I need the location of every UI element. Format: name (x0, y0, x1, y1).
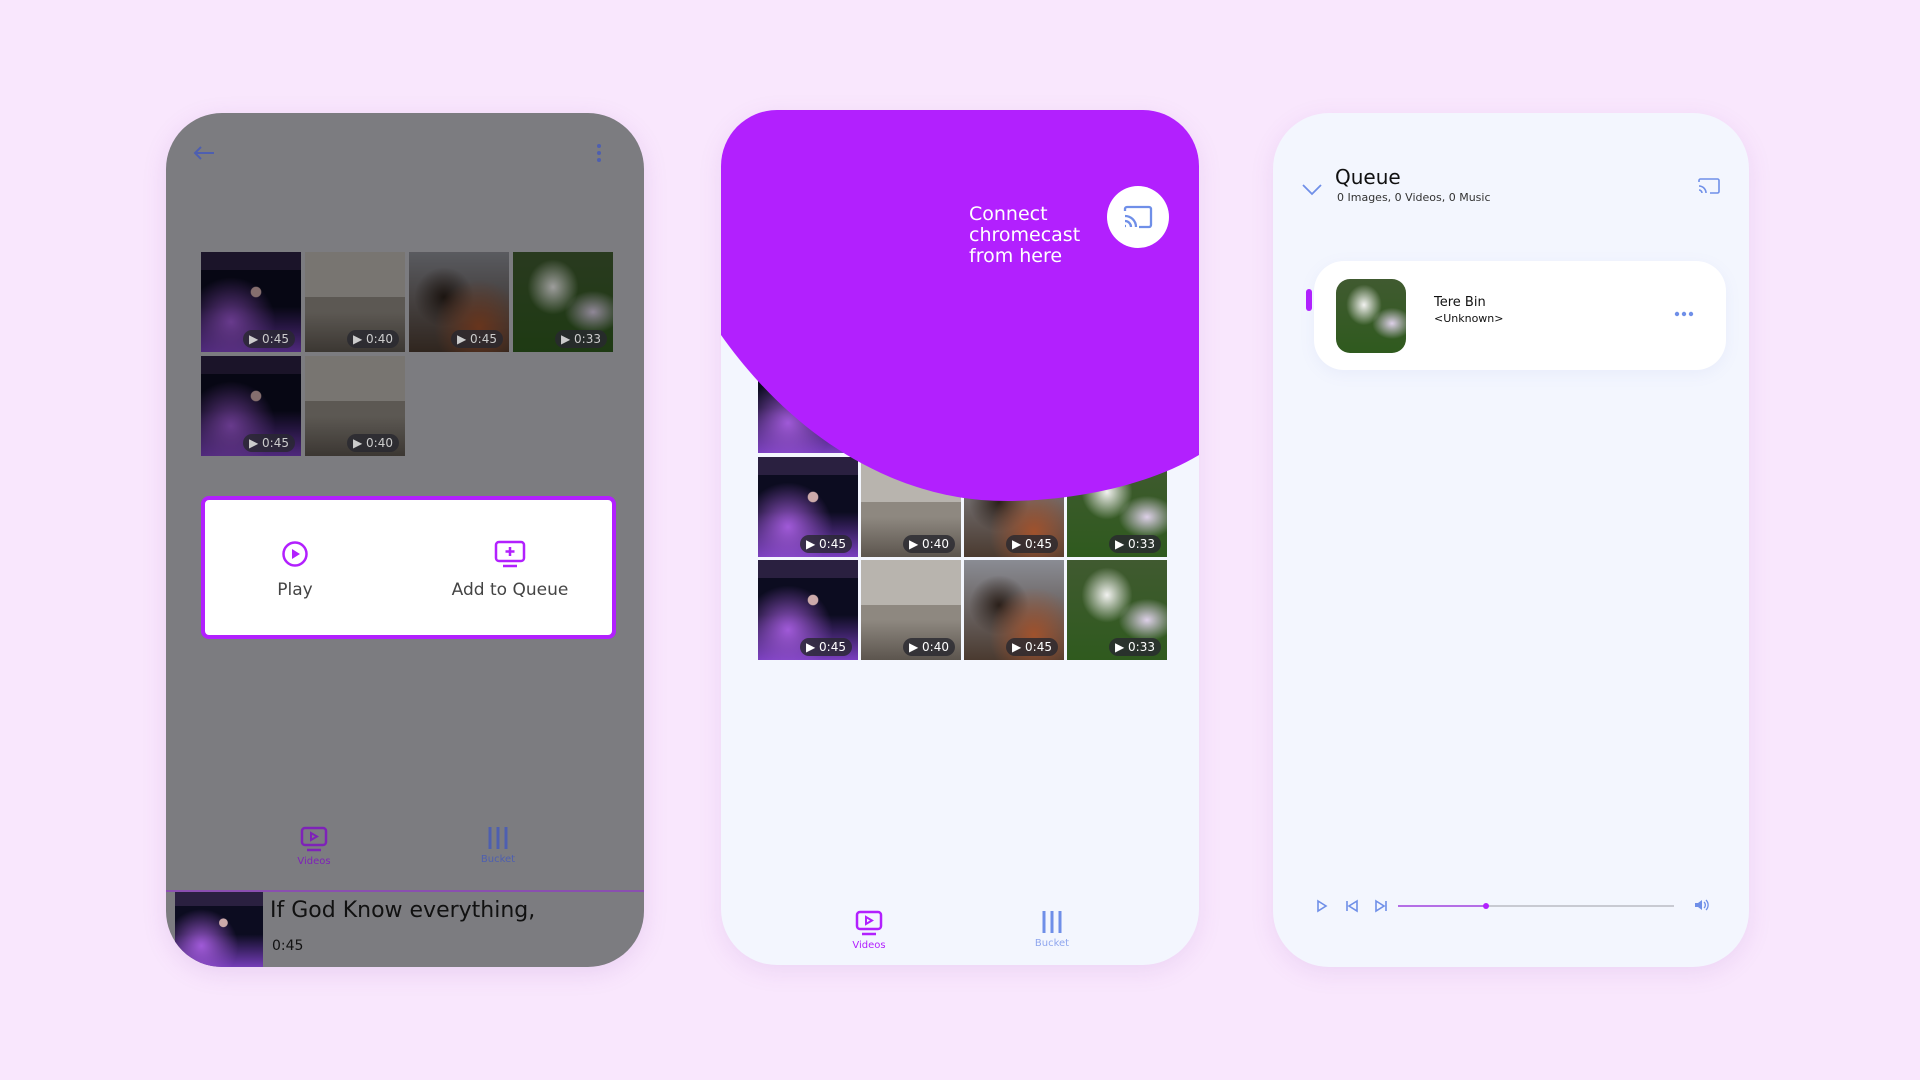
video-duration: ▶ 0:45 (243, 434, 295, 452)
cast-icon (1123, 205, 1153, 229)
play-circle-icon (282, 541, 308, 567)
video-duration: ▶ 0:40 (347, 330, 399, 348)
queue-add-icon (494, 540, 526, 568)
bucket-icon (1042, 911, 1062, 933)
video-thumbnail[interactable]: ▶ 0:45 (409, 252, 509, 352)
play-label: Play (277, 580, 313, 600)
video-duration: ▶ 0:40 (903, 535, 955, 553)
video-actions-screen: ▶ 0:45 ▶ 0:40 ▶ 0:45 ▶ 0:33 ▶ 0:45 ▶ 0:40 Pla… (166, 113, 644, 967)
now-playing-duration: 0:45 (272, 938, 304, 954)
progress-handle[interactable] (1483, 903, 1490, 909)
more-vertical-icon[interactable] (596, 143, 602, 163)
nav-videos-label: Videos (852, 940, 886, 951)
volume-icon[interactable] (1694, 898, 1710, 912)
queue-title: Queue (1335, 165, 1401, 189)
add-to-queue-label: Add to Queue (451, 580, 569, 600)
now-playing-thumbnail (175, 892, 263, 967)
queue-item-thumbnail (1336, 279, 1406, 353)
nav-videos-label: Videos (297, 856, 331, 867)
queue-subtitle: 0 Images, 0 Videos, 0 Music (1337, 191, 1491, 204)
now-playing-bar[interactable]: If God Know everything, 0:45 (166, 890, 644, 967)
video-thumbnail[interactable]: ▶ 0:40 (305, 356, 405, 456)
more-horizontal-icon[interactable] (1674, 311, 1694, 317)
add-to-queue-button[interactable]: Add to Queue (425, 540, 595, 600)
video-duration: ▶ 0:45 (243, 330, 295, 348)
current-item-indicator (1306, 289, 1312, 311)
cast-button[interactable] (1107, 186, 1169, 248)
video-duration: ▶ 0:33 (1109, 535, 1161, 553)
play-button[interactable]: Play (245, 540, 345, 600)
nav-bucket-label: Bucket (480, 854, 516, 865)
video-icon (300, 826, 328, 852)
video-thumbnail[interactable]: ▶ 0:33 (513, 252, 613, 352)
video-icon (855, 910, 883, 936)
nav-bucket[interactable]: Bucket (1024, 910, 1080, 949)
chevron-down-icon[interactable] (1301, 183, 1323, 197)
play-icon[interactable] (1316, 899, 1328, 913)
video-duration: ▶ 0:45 (451, 330, 503, 348)
action-sheet: Play Add to Queue (201, 496, 616, 639)
video-duration: ▶ 0:33 (555, 330, 607, 348)
video-duration: ▶ 0:45 (800, 638, 852, 656)
skip-previous-icon[interactable] (1345, 899, 1359, 913)
video-duration: ▶ 0:45 (1006, 638, 1058, 656)
nav-bucket-label: Bucket (1034, 938, 1070, 949)
progress-slider[interactable] (1398, 903, 1674, 909)
queue-item-artist: <Unknown> (1434, 312, 1504, 325)
nav-bucket[interactable]: Bucket (470, 826, 526, 865)
queue-item-title: Tere Bin (1434, 295, 1486, 310)
nav-videos[interactable]: Videos (286, 826, 342, 867)
video-duration: ▶ 0:40 (903, 638, 955, 656)
skip-next-icon[interactable] (1374, 899, 1388, 913)
connect-chromecast-text: Connect chromecast from here (969, 203, 1081, 267)
queue-screen: Queue 0 Images, 0 Videos, 0 Music Tere B… (1273, 113, 1749, 967)
now-playing-title: If God Know everything, (270, 898, 536, 923)
video-duration: ▶ 0:33 (1109, 638, 1161, 656)
video-duration: ▶ 0:45 (1006, 535, 1058, 553)
cast-icon[interactable] (1697, 177, 1721, 195)
video-thumbnail[interactable]: ▶ 0:45 (201, 356, 301, 456)
video-duration: ▶ 0:40 (347, 434, 399, 452)
bucket-icon (488, 827, 508, 849)
video-duration: ▶ 0:45 (800, 535, 852, 553)
progress-fill (1398, 905, 1487, 907)
video-thumbnail[interactable]: ▶ 0:40 (305, 252, 405, 352)
queue-item[interactable]: Tere Bin <Unknown> (1314, 261, 1726, 370)
chromecast-screen: ▶ 0:45 ▶ 0:40 ▶ 0:45 ▶ 0:33 ▶ 0:45 ▶ 0:40 ▶ 0:… (721, 110, 1199, 965)
video-thumbnail[interactable]: ▶ 0:45 (201, 252, 301, 352)
nav-videos[interactable]: Videos (841, 910, 897, 951)
arrow-left-icon[interactable] (192, 145, 216, 161)
